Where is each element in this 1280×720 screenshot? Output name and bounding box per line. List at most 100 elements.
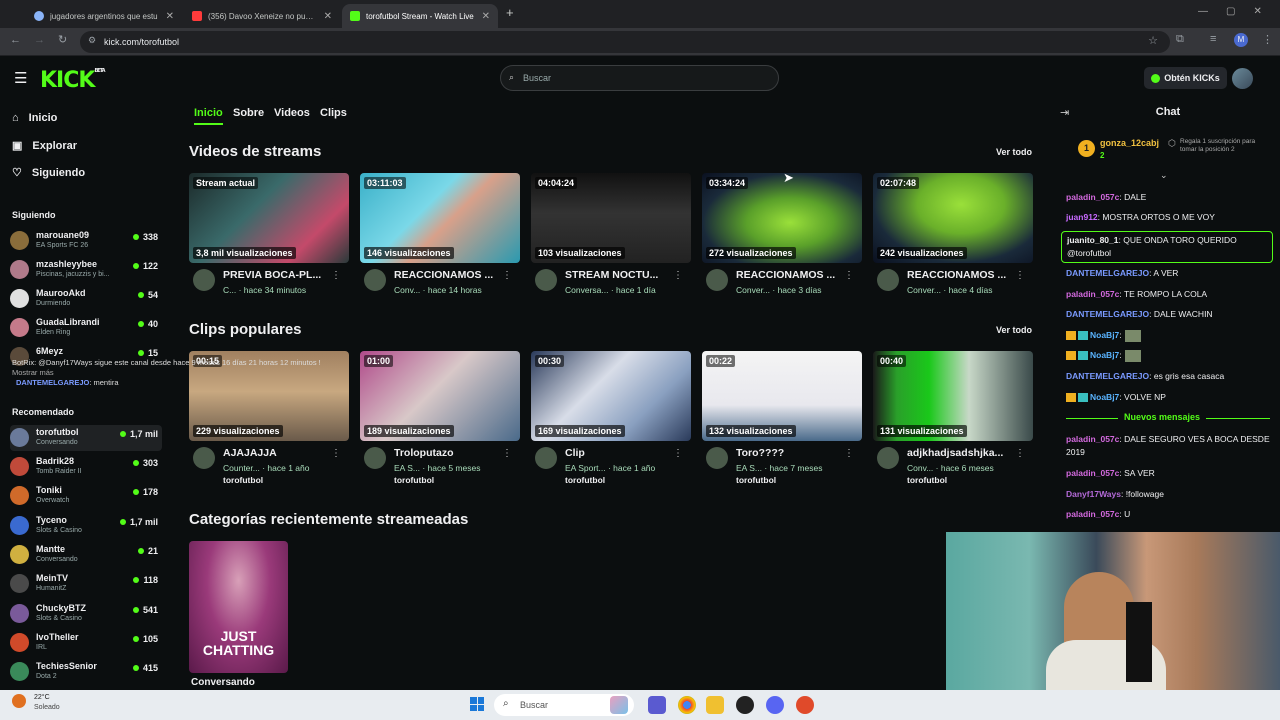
- close-tab-icon[interactable]: ✕: [482, 11, 490, 22]
- chat-username[interactable]: paladin_057c: [1066, 509, 1119, 519]
- user-avatar[interactable]: [1232, 68, 1253, 89]
- recommended-channel[interactable]: Mantte Conversando 21: [10, 542, 162, 568]
- clip-author[interactable]: torofutbol: [736, 475, 776, 485]
- video-title[interactable]: REACCIONAMOS ...: [736, 269, 846, 281]
- clip-thumbnail[interactable]: 01:00 189 visualizaciones: [360, 351, 520, 441]
- clip-card[interactable]: 00:30 169 visualizaciones Clip ⋮ EA Spor…: [531, 351, 691, 491]
- windows-start-icon[interactable]: [470, 697, 484, 711]
- search-input[interactable]: ⌕ Buscar: [500, 65, 779, 91]
- chat-username[interactable]: DANTEMELGAREJO: [1066, 371, 1149, 381]
- clip-title[interactable]: Clip: [565, 447, 675, 459]
- video-thumbnail[interactable]: 03:11:03 146 visualizaciones: [360, 173, 520, 263]
- tab-clips[interactable]: Clips: [320, 107, 347, 119]
- more-options-icon[interactable]: ⋮: [673, 448, 683, 459]
- clip-card[interactable]: 00:40 131 visualizaciones adjkhadjsadshj…: [873, 351, 1033, 491]
- more-options-icon[interactable]: ⋮: [844, 270, 854, 281]
- video-title[interactable]: PREVIA BOCA-PL...: [223, 269, 333, 281]
- more-options-icon[interactable]: ⋮: [844, 448, 854, 459]
- chat-username[interactable]: paladin_057c: [1066, 289, 1119, 299]
- recommended-channel[interactable]: MeinTV HumanitZ 118: [10, 571, 162, 597]
- chat-username[interactable]: NoaBj7: [1090, 330, 1119, 340]
- browser-tab-3[interactable]: torofutbol Stream - Watch Live ✕: [342, 4, 498, 28]
- category-name[interactable]: Conversando: [191, 677, 255, 688]
- get-kicks-button[interactable]: Obtén KICKs: [1144, 67, 1227, 89]
- tab-sobre[interactable]: Sobre: [233, 107, 264, 119]
- tab-videos[interactable]: Videos: [274, 107, 310, 119]
- pinned-toggle-icon[interactable]: ⌄: [1160, 170, 1168, 181]
- site-info-icon[interactable]: ⚙: [88, 35, 96, 46]
- video-card[interactable]: Stream actual 3,8 mil visualizaciones PR…: [189, 173, 349, 313]
- tab-inicio[interactable]: Inicio: [194, 107, 223, 119]
- channel-avatar[interactable]: [364, 447, 386, 469]
- new-tab-icon[interactable]: +: [506, 5, 514, 20]
- following-channel[interactable]: mzashleyybee Piscinas, jacuzzis y bi... 12…: [10, 257, 162, 283]
- video-thumbnail[interactable]: 03:34:24 272 visualizaciones: [702, 173, 862, 263]
- recommended-channel[interactable]: torofutbol Conversando 1,7 mil: [10, 425, 162, 451]
- channel-avatar[interactable]: [877, 447, 899, 469]
- chat-username[interactable]: juan912: [1066, 212, 1098, 222]
- back-icon[interactable]: ←: [10, 34, 21, 46]
- file-explorer-icon[interactable]: [706, 696, 724, 714]
- video-card[interactable]: 04:04:24 103 visualizaciones STREAM NOCT…: [531, 173, 691, 313]
- clip-title[interactable]: Toro????: [736, 447, 846, 459]
- app-icon[interactable]: [796, 696, 814, 714]
- category-card-art[interactable]: JUST CHATTING: [189, 541, 288, 673]
- chat-username[interactable]: paladin_057c: [1066, 434, 1119, 444]
- recommended-channel[interactable]: Badrik28 Tomb Raider II 303: [10, 454, 162, 480]
- browser-menu-icon[interactable]: ⋮: [1262, 33, 1273, 46]
- discord-icon[interactable]: [766, 696, 784, 714]
- top-gifter-name[interactable]: gonza_12cabj: [1100, 138, 1159, 148]
- clip-title[interactable]: Troloputazo: [394, 447, 504, 459]
- url-field[interactable]: ⚙ kick.com/torofutbol ☆: [80, 31, 1170, 53]
- clip-thumbnail[interactable]: 00:22 132 visualizaciones: [702, 351, 862, 441]
- following-channel[interactable]: MaurooAkd Durmiendo 54: [10, 286, 162, 312]
- bookmark-star-icon[interactable]: ☆: [1148, 34, 1158, 47]
- profile-avatar-icon[interactable]: M: [1234, 33, 1248, 47]
- channel-avatar[interactable]: [706, 269, 728, 291]
- more-options-icon[interactable]: ⋮: [502, 448, 512, 459]
- chat-username[interactable]: NoaBj7: [1090, 350, 1119, 360]
- clip-author[interactable]: torofutbol: [394, 475, 434, 485]
- recommended-channel[interactable]: IvoTheller IRL 105: [10, 630, 162, 656]
- chat-username[interactable]: Danyf17Ways: [1066, 489, 1121, 499]
- clip-card[interactable]: 00:22 132 visualizaciones Toro???? ⋮ EA …: [702, 351, 862, 491]
- weather-icon[interactable]: [12, 694, 26, 708]
- close-tab-icon[interactable]: ✕: [166, 11, 174, 22]
- clip-author[interactable]: torofutbol: [907, 475, 947, 485]
- nav-following[interactable]: ♡ Siguiendo: [12, 166, 85, 180]
- recommended-channel[interactable]: TechiesSenior Dota 2 415: [10, 659, 162, 685]
- channel-avatar[interactable]: [877, 269, 899, 291]
- clip-thumbnail[interactable]: 00:40 131 visualizaciones: [873, 351, 1033, 441]
- video-thumbnail[interactable]: Stream actual 3,8 mil visualizaciones: [189, 173, 349, 263]
- clip-title[interactable]: AJAJAJJA: [223, 447, 333, 459]
- nav-home[interactable]: ⌂ Inicio: [12, 112, 57, 124]
- video-title[interactable]: REACCIONAMOS ...: [907, 269, 1017, 281]
- more-options-icon[interactable]: ⋮: [673, 270, 683, 281]
- video-thumbnail[interactable]: 04:04:24 103 visualizaciones: [531, 173, 691, 263]
- following-channel[interactable]: GuadaLibrandi Elden Ring 40: [10, 315, 162, 341]
- video-card[interactable]: 03:11:03 146 visualizaciones REACCIONAMO…: [360, 173, 520, 313]
- more-options-icon[interactable]: ⋮: [1015, 448, 1025, 459]
- recommended-channel[interactable]: ChuckyBTZ Slots & Casino 541: [10, 601, 162, 627]
- browser-tab-1[interactable]: jugadores argentinos que estu ✕: [26, 4, 182, 28]
- reload-icon[interactable]: ↻: [58, 33, 67, 46]
- recommended-channel[interactable]: Toniki Overwatch 178: [10, 483, 162, 509]
- channel-avatar[interactable]: [535, 447, 557, 469]
- show-more-link[interactable]: Mostrar más: [12, 368, 54, 377]
- clip-author[interactable]: torofutbol: [223, 475, 263, 485]
- more-options-icon[interactable]: ⋮: [331, 270, 341, 281]
- clip-title[interactable]: adjkhadjsadshjka...: [907, 447, 1017, 459]
- media-icon[interactable]: ≡: [1210, 33, 1216, 45]
- chat-username[interactable]: NoaBj7: [1090, 392, 1119, 402]
- clip-thumbnail[interactable]: 00:30 169 visualizaciones: [531, 351, 691, 441]
- recommended-channel[interactable]: Tyceno Slots & Casino 1,7 mil: [10, 513, 162, 539]
- browser-tab-2[interactable]: (356) Davoo Xeneize no puede ✕: [184, 4, 340, 28]
- widgets-icon[interactable]: [610, 696, 628, 714]
- video-title[interactable]: STREAM NOCTU...: [565, 269, 675, 281]
- following-channel[interactable]: marouane09 EA Sports FC 26 338: [10, 228, 162, 254]
- channel-avatar[interactable]: [364, 269, 386, 291]
- chat-username[interactable]: DANTEMELGAREJO: [1066, 309, 1149, 319]
- hamburger-menu-icon[interactable]: ☰: [14, 69, 27, 87]
- more-options-icon[interactable]: ⋮: [502, 270, 512, 281]
- channel-avatar[interactable]: [706, 447, 728, 469]
